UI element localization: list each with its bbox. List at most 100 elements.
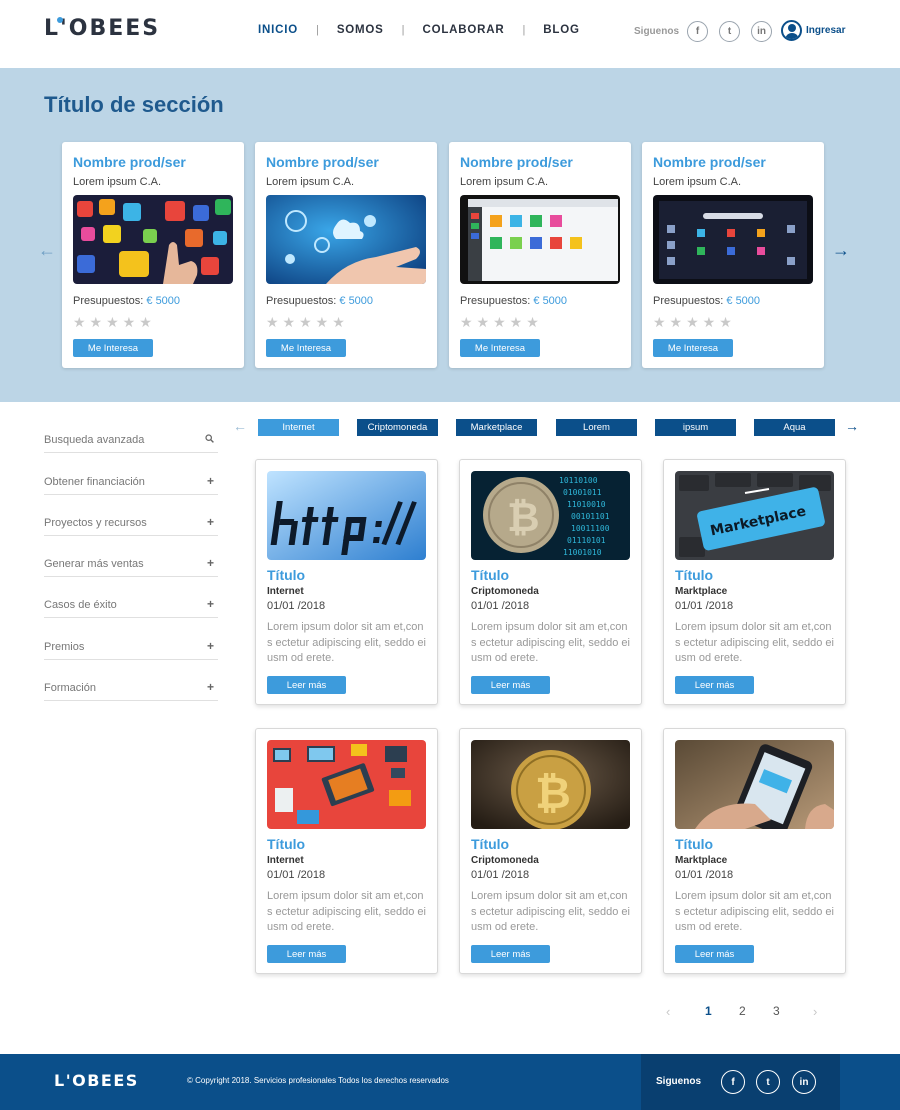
tag-marketplace[interactable]: Marketplace [456,419,537,436]
star-rating[interactable]: ★★★★★ [266,314,349,331]
article-category: Marktplace [675,855,728,866]
product-image [73,195,233,284]
sidebar-filters: Busqueda avanzada Obtener financiación +… [44,412,218,702]
sidebar-item-formacion[interactable]: Formación + [44,660,218,702]
nav-blog[interactable]: BLOG [535,24,587,36]
article-category: Criptomoneda [471,855,539,866]
linkedin-icon[interactable]: in [751,21,773,42]
interest-button[interactable]: Me Interesa [73,339,153,357]
twitter-icon[interactable]: t [719,21,741,42]
product-card: Nombre prod/ser Lorem ipsum C.A. Presupu… [255,142,437,368]
pagination-next-icon[interactable]: › [813,1004,817,1019]
article-card: Título Internet 01/01 /2018 Lorem ipsum … [255,459,438,705]
carousel-next-arrow-icon[interactable]: → [832,240,850,261]
nav-colaborar[interactable]: COLABORAR [414,24,512,36]
tags-prev-arrow-icon[interactable]: ← [233,418,247,434]
search-icon[interactable] [205,432,214,446]
plus-icon[interactable]: + [207,474,214,488]
tags-next-arrow-icon[interactable]: → [845,418,859,434]
sidebar-item-ventas[interactable]: Generar más ventas + [44,536,218,578]
nav-inicio[interactable]: INICIO [250,24,306,36]
site-logo[interactable]: L'OBEES [44,16,160,41]
product-name[interactable]: Nombre prod/ser [73,154,186,170]
article-image[interactable] [267,740,426,829]
article-image[interactable]: Marketplace [675,471,834,560]
article-excerpt: Lorem ipsum dolor sit am et,cons ectetur… [675,890,834,933]
plus-icon[interactable]: + [207,515,214,529]
tag-internet[interactable]: Internet [258,419,339,436]
carousel-prev-arrow-icon[interactable]: ← [38,240,56,261]
article-date: 01/01 /2018 [267,869,326,881]
sidebar-item-busqueda[interactable]: Busqueda avanzada [44,412,218,454]
article-card: Título Internet 01/01 /2018 Lorem ipsum … [255,728,438,974]
read-more-button[interactable]: Leer más [267,676,346,694]
product-name[interactable]: Nombre prod/ser [266,154,379,170]
facebook-icon[interactable]: f [687,21,709,42]
article-image[interactable]: 10110100 01001011 11010010 00101101 1001110… [471,471,630,560]
budget-amount: € 5000 [339,295,374,307]
interest-button[interactable]: Me Interesa [266,339,346,357]
logo-dot [57,17,63,23]
plus-icon[interactable]: + [207,597,214,611]
article-card: Título Marktplace 01/01 /2018 Lorem ipsu… [663,728,846,974]
pagination-page-2[interactable]: 2 [739,1004,746,1018]
product-company: Lorem ipsum C.A. [460,176,549,188]
twitter-icon[interactable]: t [756,1070,780,1094]
sidebar-item-casos[interactable]: Casos de éxito + [44,577,218,619]
plus-icon[interactable]: + [207,556,214,570]
main-nav: INICIO | SOMOS | COLABORAR | BLOG [250,24,588,36]
article-title[interactable]: Título [267,836,305,852]
product-name[interactable]: Nombre prod/ser [653,154,766,170]
article-image[interactable] [675,740,834,829]
pagination-prev-icon[interactable]: ‹ [666,1004,670,1019]
star-rating[interactable]: ★★★★★ [73,314,156,331]
read-more-button[interactable]: Leer más [675,945,754,963]
login-button[interactable]: Ingresar [781,20,845,41]
sidebar-item-proyectos[interactable]: Proyectos y recursos + [44,495,218,536]
nav-somos[interactable]: SOMOS [329,24,392,36]
linkedin-icon[interactable]: in [792,1070,816,1094]
article-title[interactable]: Título [471,836,509,852]
read-more-button[interactable]: Leer más [675,676,754,694]
star-rating[interactable]: ★★★★★ [653,314,736,331]
interest-button[interactable]: Me Interesa [460,339,540,357]
footer-logo[interactable]: L'OBEES [54,1071,139,1090]
product-card: Nombre prod/ser Lorem ipsum C.A. Presupu… [642,142,824,368]
interest-button[interactable]: Me Interesa [653,339,733,357]
facebook-icon[interactable]: f [721,1070,745,1094]
article-excerpt: Lorem ipsum dolor sit am et,cons ectetur… [675,621,834,664]
tag-ipsum[interactable]: ipsum [655,419,736,436]
article-category: Internet [267,586,304,597]
plus-icon[interactable]: + [207,680,214,694]
article-image[interactable] [267,471,426,560]
header-social: Siguenos f t in [634,21,783,42]
tag-aqua[interactable]: Aqua [754,419,835,436]
tag-criptomoneda[interactable]: Criptomoneda [357,419,438,436]
tag-lorem[interactable]: Lorem [556,419,637,436]
sidebar-item-financiacion[interactable]: Obtener financiación + [44,453,218,495]
article-title[interactable]: Título [675,836,713,852]
svg-text:01001011: 01001011 [563,488,602,497]
article-title[interactable]: Título [471,567,509,583]
star-rating[interactable]: ★★★★★ [460,314,543,331]
svg-text:10011100: 10011100 [571,524,610,533]
featured-section: Título de sección ← → Nombre prod/ser Lo… [0,68,900,402]
footer-social-label: Siguenos [656,1076,702,1087]
plus-icon[interactable]: + [207,639,214,653]
article-image[interactable]: ₿ [471,740,630,829]
article-excerpt: Lorem ipsum dolor sit am et,cons ectetur… [471,621,630,664]
product-name[interactable]: Nombre prod/ser [460,154,573,170]
svg-text:00101101: 00101101 [571,512,610,521]
article-title[interactable]: Título [267,567,305,583]
read-more-button[interactable]: Leer más [267,945,346,963]
product-company: Lorem ipsum C.A. [266,176,355,188]
article-title[interactable]: Título [675,567,713,583]
product-budget: Presupuestos: € 5000 [73,295,181,307]
read-more-button[interactable]: Leer más [471,945,550,963]
read-more-button[interactable]: Leer más [471,676,550,694]
pagination-page-1[interactable]: 1 [705,1004,712,1018]
pagination-page-3[interactable]: 3 [773,1004,780,1018]
sidebar-item-premios[interactable]: Premios + [44,618,218,660]
section-title: Título de sección [44,92,224,117]
product-card: Nombre prod/ser Lorem ipsum C.A. Presupu… [449,142,631,368]
